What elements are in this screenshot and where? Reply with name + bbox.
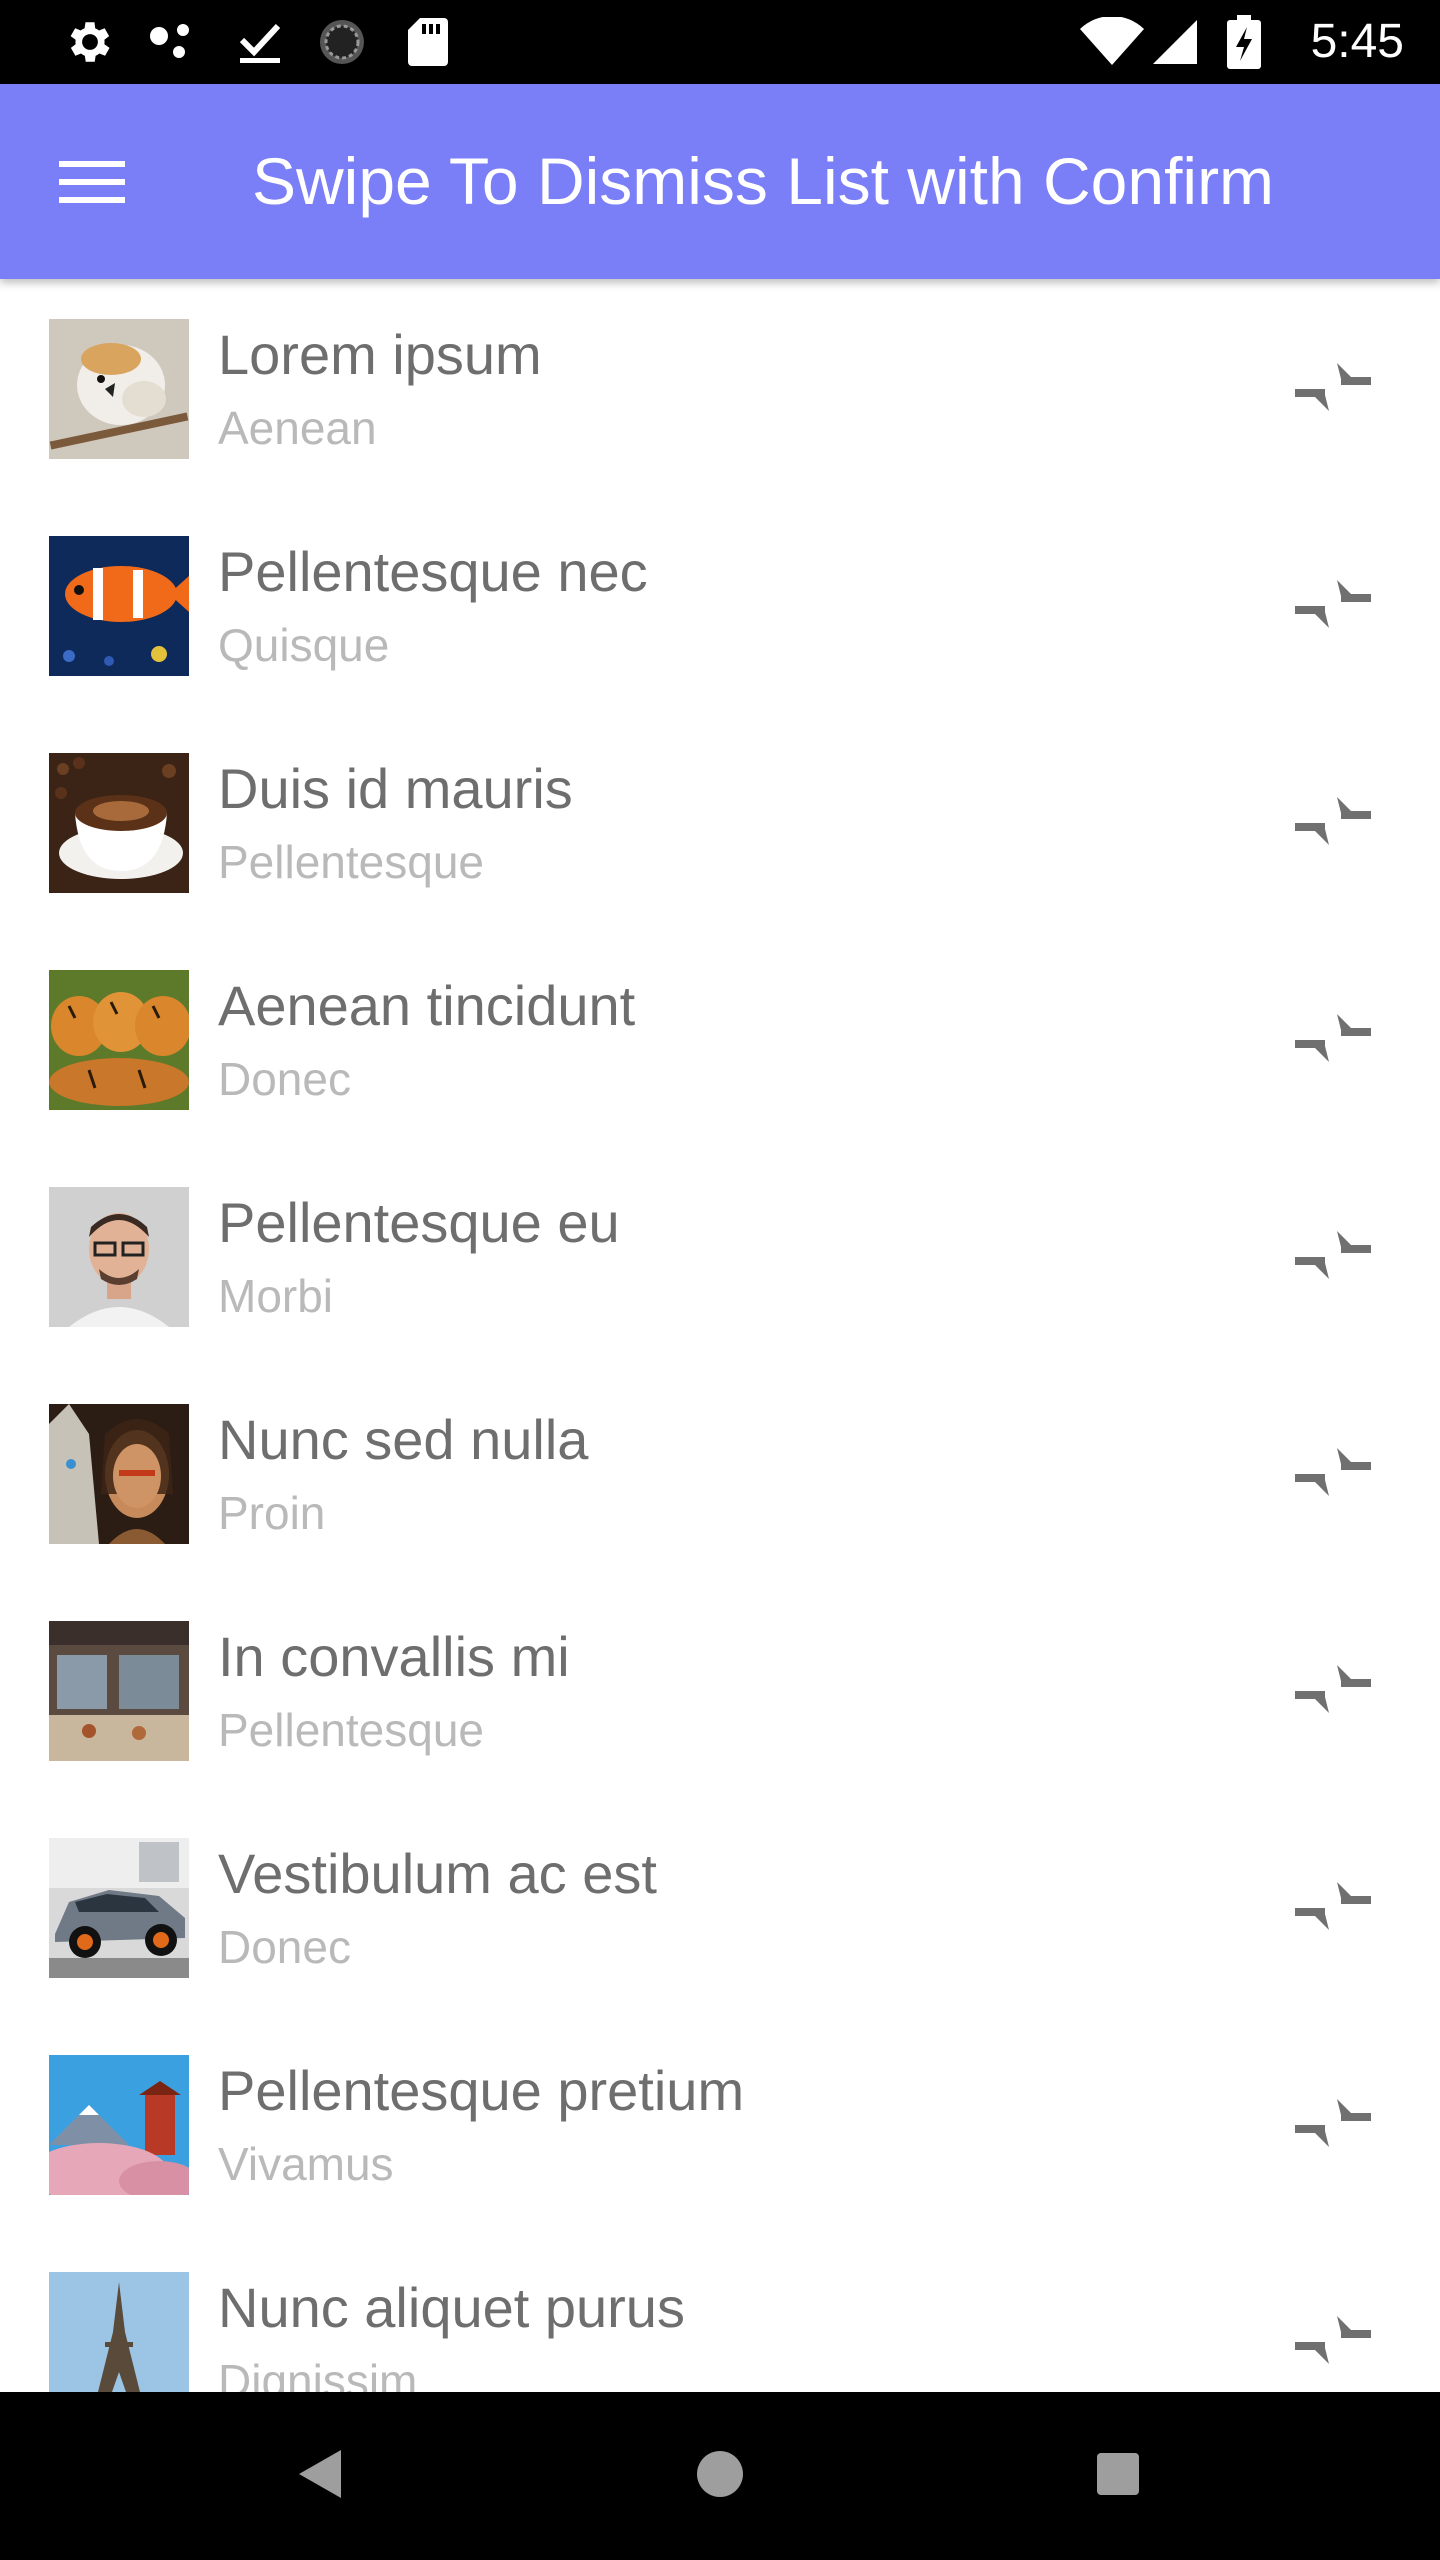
- item-title: Duis id mauris: [218, 757, 573, 820]
- status-bar: 5:45: [0, 0, 1440, 84]
- mount-fuji-thumbnail: [49, 2055, 189, 2195]
- item-subtitle: Pellentesque: [218, 1704, 484, 1756]
- app-bar: Swipe To Dismiss List with Confirm: [0, 84, 1440, 279]
- list-item[interactable]: Pellentesque eu Morbi: [0, 1147, 1440, 1364]
- dots-icon: [146, 18, 202, 66]
- swipe-list[interactable]: Lorem ipsum Aenean Pellentesque nec Quis…: [0, 279, 1440, 2392]
- item-subtitle: Proin: [218, 1487, 326, 1539]
- confirm-dismiss-button[interactable]: [1288, 995, 1378, 1085]
- compress-arrows-icon: [1293, 1008, 1373, 1073]
- clownfish-thumbnail: [49, 536, 189, 676]
- confirm-dismiss-button[interactable]: [1288, 2297, 1378, 2387]
- home-icon: [695, 2449, 745, 2504]
- compress-arrows-icon: [1293, 2093, 1373, 2158]
- compress-arrows-icon: [1293, 1225, 1373, 1290]
- item-subtitle: Pellentesque: [218, 836, 484, 888]
- item-subtitle: Vivamus: [218, 2138, 394, 2190]
- confirm-dismiss-button[interactable]: [1288, 2080, 1378, 2170]
- menu-button[interactable]: [52, 144, 132, 224]
- list-item[interactable]: Pellentesque pretium Vivamus: [0, 2015, 1440, 2232]
- back-button[interactable]: [270, 2426, 370, 2526]
- list-item[interactable]: In convallis mi Pellentesque: [0, 1581, 1440, 1798]
- confirm-dismiss-button[interactable]: [1288, 1429, 1378, 1519]
- item-subtitle: Aenean: [218, 402, 377, 454]
- item-title: Aenean tincidunt: [218, 974, 636, 1037]
- status-time: 5:45: [1310, 15, 1404, 68]
- list-item[interactable]: Nunc aliquet purus Dignissim: [0, 2232, 1440, 2392]
- sd-card-icon: [400, 18, 456, 66]
- navigation-bar: [0, 2392, 1440, 2560]
- man-portrait-thumbnail: [49, 1187, 189, 1327]
- item-subtitle: Donec: [218, 1921, 351, 1973]
- compress-arrows-icon: [1293, 357, 1373, 422]
- confirm-dismiss-button[interactable]: [1288, 778, 1378, 868]
- list-item[interactable]: Lorem ipsum Aenean: [0, 279, 1440, 496]
- back-icon: [297, 2448, 343, 2505]
- item-title: Lorem ipsum: [218, 323, 542, 386]
- signal-icon: [1150, 18, 1200, 66]
- item-title: Nunc aliquet purus: [218, 2276, 685, 2339]
- confirm-dismiss-button[interactable]: [1288, 561, 1378, 651]
- item-title: Pellentesque eu: [218, 1191, 620, 1254]
- item-title: In convallis mi: [218, 1625, 570, 1688]
- list-item[interactable]: Aenean tincidunt Donec: [0, 930, 1440, 1147]
- battery-charging-icon: [1224, 15, 1264, 69]
- list-item[interactable]: Duis id mauris Pellentesque: [0, 713, 1440, 930]
- eiffel-tower-thumbnail: [49, 2272, 189, 2392]
- item-subtitle: Morbi: [218, 1270, 334, 1322]
- wifi-icon: [1080, 17, 1144, 66]
- list-item[interactable]: Nunc sed nulla Proin: [0, 1364, 1440, 1581]
- compress-arrows-icon: [1293, 574, 1373, 639]
- compress-arrows-icon: [1293, 1659, 1373, 1724]
- item-title: Vestibulum ac est: [218, 1842, 657, 1905]
- download-done-icon: [232, 18, 288, 66]
- car-thumbnail: [49, 1838, 189, 1978]
- confirm-dismiss-button[interactable]: [1288, 1646, 1378, 1736]
- item-subtitle: Donec: [218, 1053, 351, 1105]
- compress-arrows-icon: [1293, 2310, 1373, 2375]
- item-subtitle: Quisque: [218, 619, 390, 671]
- item-title: Nunc sed nulla: [218, 1408, 589, 1471]
- recents-icon: [1096, 2452, 1140, 2501]
- compress-arrows-icon: [1293, 1442, 1373, 1507]
- list-item[interactable]: Vestibulum ac est Donec: [0, 1798, 1440, 2015]
- home-button[interactable]: [670, 2426, 770, 2526]
- compress-arrows-icon: [1293, 791, 1373, 856]
- recents-button[interactable]: [1068, 2426, 1168, 2526]
- cafe-storefront-thumbnail: [49, 1621, 189, 1761]
- menu-icon: [59, 159, 125, 210]
- wolf-woman-thumbnail: [49, 1404, 189, 1544]
- settings-icon: [62, 18, 118, 66]
- confirm-dismiss-button[interactable]: [1288, 1212, 1378, 1302]
- tigers-thumbnail: [49, 970, 189, 1110]
- confirm-dismiss-button[interactable]: [1288, 344, 1378, 434]
- item-subtitle: Dignissim: [218, 2355, 418, 2392]
- page-title: Swipe To Dismiss List with Confirm: [252, 144, 1275, 218]
- item-title: Pellentesque nec: [218, 540, 648, 603]
- item-title: Pellentesque pretium: [218, 2059, 745, 2122]
- confirm-dismiss-button[interactable]: [1288, 1863, 1378, 1953]
- list-item[interactable]: Pellentesque nec Quisque: [0, 496, 1440, 713]
- coffee-thumbnail: [49, 753, 189, 893]
- compress-arrows-icon: [1293, 1876, 1373, 1941]
- bird-thumbnail: [49, 319, 189, 459]
- loading-icon: [314, 18, 370, 66]
